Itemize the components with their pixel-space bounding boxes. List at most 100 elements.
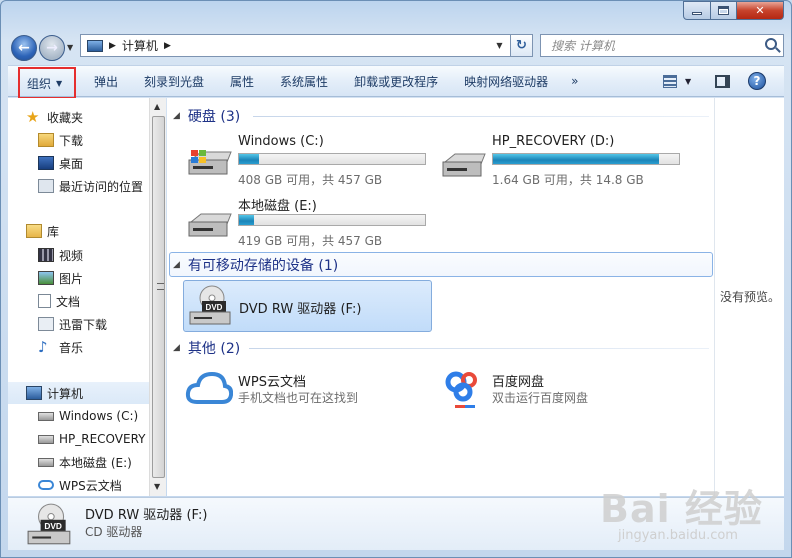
group-divider [249, 348, 709, 349]
wps-cloud-item[interactable]: WPS云文档 手机文档也可在这找到 [183, 366, 423, 412]
music-icon: ♪ [38, 338, 48, 356]
toolbar-eject-button[interactable]: 弹出 [81, 66, 131, 96]
toolbar-properties-button[interactable]: 属性 [217, 66, 267, 96]
group-header-hard-drives[interactable]: ◢ 硬盘 (3) [173, 105, 240, 127]
group-title: 硬盘 (3) [187, 109, 241, 125]
sidebar-item-label: 文档 [56, 294, 81, 309]
usage-bar-fill [239, 154, 260, 164]
sidebar-item-label: Windows (C:) [59, 409, 139, 423]
sidebar-item-label: 迅雷下载 [59, 317, 108, 332]
sidebar-item-music[interactable]: ♪ 音乐 [38, 336, 83, 358]
drive-name: HP_RECOVERY (D:) [492, 134, 615, 149]
navigation-scrollbar[interactable]: ▲ ▼ [149, 98, 166, 496]
computer-icon [87, 39, 103, 52]
breadcrumb-computer[interactable]: 计算机 [122, 37, 158, 54]
organize-button[interactable]: 组织 ▼ [18, 67, 76, 99]
group-title: 有可移动存储的设备 (1) [187, 258, 339, 274]
star-icon: ★ [26, 108, 40, 126]
back-button[interactable]: ← [11, 35, 37, 61]
collapse-triangle-icon[interactable]: ◢ [173, 111, 180, 121]
search-input[interactable]: 搜索 计算机 [540, 34, 784, 57]
navigation-pane: ★ 收藏夹 下载 桌面 最近访问的位置 库 视频 图片 文档 迅雷下载 ♪ 音乐 计… [8, 98, 149, 496]
grip-icon [157, 283, 164, 290]
refresh-button[interactable]: ↻ [511, 34, 533, 57]
sidebar-item-documents[interactable]: 文档 [38, 290, 80, 312]
drive-space-info: 408 GB 可用，共 457 GB [238, 173, 383, 187]
recent-places-icon [38, 179, 54, 193]
sidebar-item-pictures[interactable]: 图片 [38, 267, 83, 289]
breadcrumb-separator-icon[interactable]: ▶ [164, 41, 171, 51]
item-description: 双击运行百度网盘 [492, 391, 589, 405]
sidebar-item-wps-cloud[interactable]: WPS云文档 [38, 474, 122, 496]
sidebar-item-label: 桌面 [59, 156, 84, 171]
recent-pages-dropdown[interactable]: ▼ [67, 43, 73, 52]
collapse-triangle-icon[interactable]: ◢ [173, 260, 180, 270]
preview-pane-button[interactable] [715, 65, 735, 97]
maximize-icon [718, 6, 729, 15]
close-icon: ✕ [755, 4, 765, 17]
toolbar-burn-button[interactable]: 刻录到光盘 [131, 66, 217, 96]
collapse-triangle-icon[interactable]: ◢ [173, 343, 180, 353]
sidebar-item-desktop[interactable]: 桌面 [38, 152, 83, 174]
maximize-button[interactable] [710, 1, 737, 20]
drive-name: 本地磁盘 (E:) [238, 199, 317, 214]
back-arrow-icon: ← [18, 40, 30, 56]
windows-drive-icon [38, 411, 54, 421]
toolbar-system-properties-button[interactable]: 系统属性 [267, 66, 341, 96]
thunder-download-folder-icon [38, 317, 54, 331]
sidebar-item-recent[interactable]: 最近访问的位置 [38, 175, 143, 197]
content-area: ◢ 硬盘 (3) Windows (C:) 408 GB 可用，共 457 GB … [167, 98, 714, 496]
scrollbar-thumb[interactable] [152, 116, 165, 478]
chevron-down-icon: ▼ [56, 78, 63, 88]
sidebar-item-label: 计算机 [47, 386, 84, 401]
group-title: 其他 (2) [187, 341, 241, 357]
item-name: WPS云文档 [238, 375, 306, 390]
dvd-icon-label: DVD [206, 303, 223, 312]
item-description: 手机文档也可在这找到 [238, 391, 359, 405]
sidebar-item-favorites[interactable]: ★ 收藏夹 [26, 106, 83, 128]
forward-button[interactable]: → [39, 35, 65, 61]
sidebar-item-drive-e[interactable]: 本地磁盘 (E:) [38, 451, 132, 473]
toolbar-uninstall-button[interactable]: 卸载或更改程序 [341, 66, 451, 96]
scroll-up-icon[interactable]: ▲ [154, 102, 160, 111]
dvd-drive-icon: DVD [27, 503, 71, 545]
sidebar-item-label: WPS云文档 [59, 478, 122, 493]
search-icon[interactable] [765, 38, 777, 50]
no-preview-text: 没有预览。 [720, 290, 781, 304]
downloads-folder-icon [38, 133, 54, 147]
change-view-button[interactable]: ▼ [663, 65, 703, 97]
close-button[interactable]: ✕ [736, 1, 784, 20]
minimize-button[interactable] [683, 1, 711, 20]
address-dropdown-icon[interactable]: ▼ [492, 38, 507, 53]
item-name: 百度网盘 [492, 375, 545, 390]
sidebar-item-hp-recovery[interactable]: HP_RECOVERY [38, 428, 145, 450]
sidebar-item-libraries[interactable]: 库 [26, 220, 59, 242]
preview-pane: 没有预览。 [714, 98, 784, 496]
dvd-drive-item[interactable]: DVD DVD RW 驱动器 (F:) [183, 280, 432, 332]
usage-bar-fill [493, 154, 659, 164]
hard-drive-icon [38, 434, 54, 444]
sidebar-item-videos[interactable]: 视频 [38, 244, 83, 266]
hard-drive-icon [38, 457, 54, 467]
organize-label: 组织 [27, 76, 52, 91]
address-bar[interactable]: ▶ 计算机 ▶ ▼ [80, 34, 511, 57]
toolbar-overflow-button[interactable]: » [561, 66, 588, 96]
sidebar-item-thunder-downloads[interactable]: 迅雷下载 [38, 313, 107, 335]
toolbar-map-drive-button[interactable]: 映射网络驱动器 [451, 66, 561, 96]
breadcrumb-separator-icon[interactable]: ▶ [109, 41, 116, 51]
sidebar-item-drive-c[interactable]: Windows (C:) [38, 405, 138, 427]
chevron-down-icon: ▼ [685, 76, 692, 86]
group-header-other[interactable]: ◢ 其他 (2) [173, 337, 240, 359]
sidebar-item-label: 收藏夹 [47, 110, 84, 125]
computer-icon [26, 386, 42, 400]
details-subtitle: CD 驱动器 [85, 525, 143, 539]
details-title: DVD RW 驱动器 (F:) [85, 508, 208, 523]
sidebar-item-computer[interactable]: 计算机 [8, 382, 149, 404]
sidebar-item-label: 库 [47, 224, 60, 239]
help-button[interactable]: ? [748, 65, 766, 97]
sidebar-item-label: 图片 [59, 271, 84, 286]
baidu-netdisk-item[interactable]: 百度网盘 双击运行百度网盘 [439, 366, 699, 412]
group-header-removable[interactable]: ◢ 有可移动存储的设备 (1) [173, 254, 338, 276]
sidebar-item-downloads[interactable]: 下载 [38, 129, 83, 151]
scroll-down-icon[interactable]: ▼ [154, 482, 160, 491]
